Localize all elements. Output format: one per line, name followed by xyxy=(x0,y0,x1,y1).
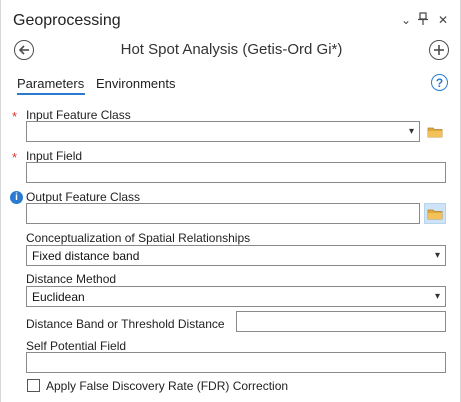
info-icon[interactable]: i xyxy=(10,191,23,204)
active-tab-indicator xyxy=(17,93,85,95)
add-icon xyxy=(434,45,444,55)
close-icon[interactable]: ✕ xyxy=(438,13,448,27)
required-icon: * xyxy=(12,150,18,165)
self-potential-field-dropdown[interactable] xyxy=(26,352,446,373)
pane-title: Geoprocessing xyxy=(13,12,121,29)
folder-icon xyxy=(427,209,443,219)
conceptualization-dropdown[interactable]: Fixed distance band ▾ xyxy=(26,245,446,266)
pane-menu-chevron-icon[interactable]: ⌄ xyxy=(401,13,411,27)
distance-band-label: Distance Band or Threshold Distance xyxy=(26,317,225,331)
fdr-checkbox[interactable] xyxy=(27,379,40,392)
required-icon: * xyxy=(12,109,18,124)
tab-parameters[interactable]: Parameters xyxy=(17,76,84,91)
geoprocessing-pane: Geoprocessing ⌄ ✕ Hot Spot Analysis (Get… xyxy=(0,0,461,402)
tool-title: Hot Spot Analysis (Getis-Ord Gi*) xyxy=(120,41,343,58)
distance-band-input[interactable] xyxy=(236,311,446,332)
distance-method-label: Distance Method xyxy=(26,272,117,286)
self-potential-field-label: Self Potential Field xyxy=(26,339,127,353)
pin-icon[interactable] xyxy=(418,12,428,31)
input-field-dropdown[interactable] xyxy=(26,162,446,183)
browse-input-button[interactable] xyxy=(424,121,446,142)
input-field-label: Input Field xyxy=(26,149,83,163)
folder-icon xyxy=(427,127,443,137)
input-feature-class-label: Input Feature Class xyxy=(26,108,131,122)
chevron-down-icon: ▾ xyxy=(408,126,414,137)
tab-environments[interactable]: Environments xyxy=(96,76,175,91)
output-feature-class-input[interactable] xyxy=(26,203,420,224)
input-feature-class-dropdown[interactable]: ▾ xyxy=(26,121,420,142)
help-icon[interactable]: ? xyxy=(431,74,448,91)
add-button[interactable] xyxy=(429,40,449,60)
distance-method-dropdown[interactable]: Euclidean ▾ xyxy=(26,286,446,307)
fdr-label[interactable]: Apply False Discovery Rate (FDR) Correct… xyxy=(46,379,288,393)
chevron-down-icon: ▾ xyxy=(434,291,440,302)
output-feature-class-label: Output Feature Class xyxy=(26,190,141,204)
browse-output-button[interactable] xyxy=(424,203,446,224)
chevron-down-icon: ▾ xyxy=(434,250,440,261)
conceptualization-label: Conceptualization of Spatial Relationshi… xyxy=(26,231,251,245)
